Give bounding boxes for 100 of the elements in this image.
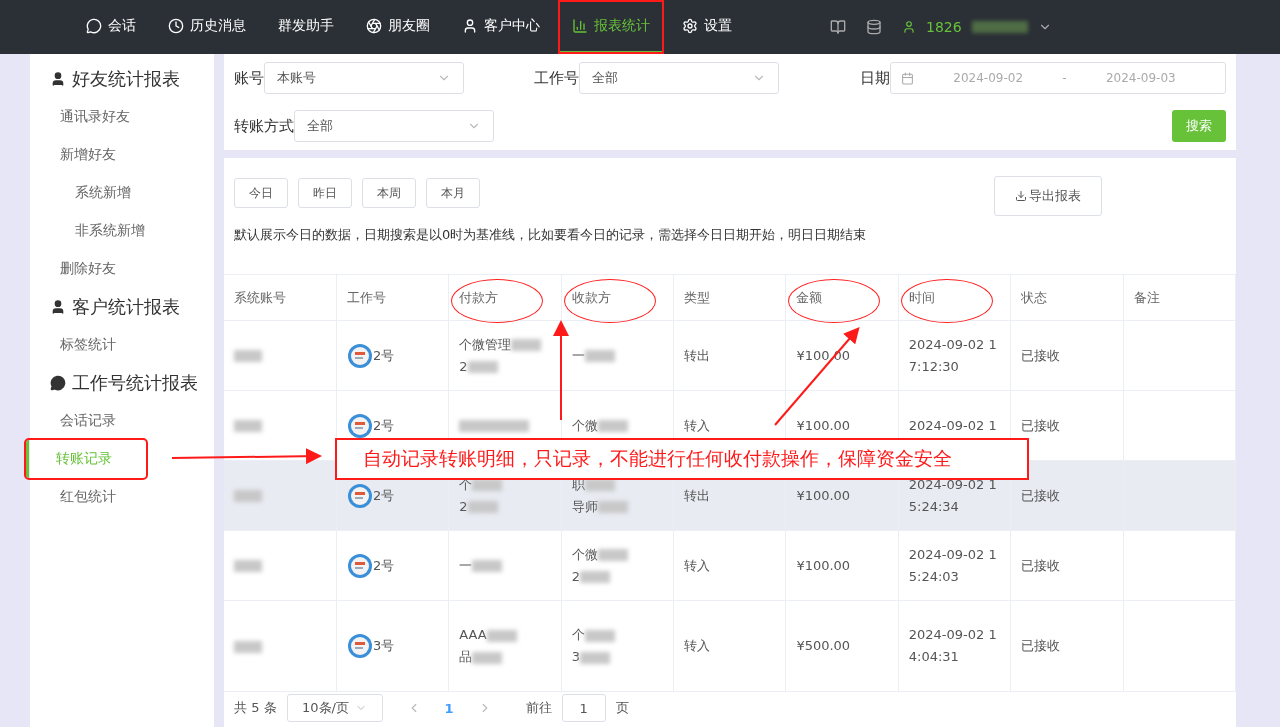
sidebar-section-title: 客户统计报表: [30, 288, 214, 326]
column-header: 金额: [796, 289, 823, 305]
user-phone[interactable]: 1826: [926, 19, 962, 35]
table-cell: 已接收: [1010, 600, 1123, 692]
user-icon: [902, 20, 916, 34]
nav-tab[interactable]: 客户中心: [448, 0, 554, 54]
payer-name: 2: [459, 498, 468, 514]
sidebar-item[interactable]: 删除好友: [30, 250, 214, 288]
redacted-text: [234, 490, 262, 502]
work-number: 2号: [372, 416, 395, 435]
redacted-text: [579, 571, 610, 583]
start-date: 2024-09-02: [952, 71, 1025, 85]
redacted-text: [472, 651, 503, 664]
calendar-icon: [901, 71, 914, 85]
redacted-text: [584, 629, 615, 642]
sidebar-item[interactable]: 标签统计: [30, 326, 214, 364]
clock-icon: [168, 17, 184, 34]
redacted-text: [234, 640, 262, 653]
work-number: 3号: [372, 637, 395, 655]
end-date: 2024-09-03: [1104, 71, 1177, 85]
user-icon: [50, 71, 66, 87]
sidebar-item[interactable]: 非系统新增: [30, 212, 214, 250]
payer-name: 2: [459, 358, 468, 374]
redacted-text: [511, 339, 542, 351]
user-icon: [50, 299, 66, 315]
nav-tab[interactable]: 历史消息: [154, 0, 260, 54]
column-header: 时间: [908, 289, 935, 305]
table-cell: 转入: [673, 530, 786, 601]
table-cell: 转出: [673, 320, 786, 391]
table-cell: ¥500.00: [785, 600, 899, 692]
work-number: 2号: [372, 346, 395, 365]
redacted-text: [597, 420, 628, 432]
user-icon: [462, 17, 478, 34]
redacted-text: [467, 501, 498, 513]
work-number: 2号: [372, 486, 395, 505]
book-icon[interactable]: [830, 19, 846, 35]
column-header: 状态: [1021, 289, 1048, 305]
redacted-text: [597, 501, 628, 513]
export-button[interactable]: 导出报表: [994, 176, 1102, 216]
column-header: 类型: [684, 289, 710, 305]
redacted-text: [234, 560, 262, 572]
transfer-method-select[interactable]: 全部: [294, 110, 494, 142]
column-header: 付款方: [459, 289, 499, 305]
hint-text: 默认展示今日的数据，日期搜索是以0时为基准线，比如要看今日的记录，需选择今日日期开始，明日日期结束: [233, 226, 868, 244]
redacted-text: [234, 420, 262, 432]
page-input[interactable]: 1: [561, 694, 606, 722]
nav-tab[interactable]: 朋友圈: [352, 0, 444, 54]
field-label: 账号: [234, 68, 264, 88]
annotation-callout: 自动记录转账明细，只记录，不能进行任何收付款操作，保障资金安全: [335, 438, 1029, 480]
date-separator: -: [1062, 71, 1067, 85]
goto-label: 前往: [525, 699, 552, 717]
sidebar-item[interactable]: 新增好友: [30, 136, 214, 174]
redacted-text: [579, 651, 610, 664]
payee-name: 个微: [571, 546, 598, 562]
table-cell: ¥100.00: [785, 530, 899, 601]
sidebar-item[interactable]: 红包统计: [30, 478, 214, 516]
avatar-icon: [346, 482, 373, 509]
avatar-icon: [346, 552, 373, 579]
date-shortcut-button[interactable]: 本月: [426, 178, 480, 208]
table-cell: 2024-09-02 15:24:03: [898, 530, 1011, 601]
chat-icon: [50, 375, 66, 391]
payee-name: 个微: [571, 417, 598, 433]
field-label: 工作号: [534, 68, 579, 88]
column-header: 备注: [1133, 289, 1160, 305]
table-cell: 已接收: [1010, 320, 1123, 391]
date-shortcut-button[interactable]: 今日: [234, 178, 288, 208]
nav-tab[interactable]: 设置: [668, 0, 746, 54]
total-count: 共 5 条: [234, 699, 277, 717]
date-shortcut-button[interactable]: 本周: [362, 178, 416, 208]
nav-tab[interactable]: 群发助手: [264, 0, 348, 54]
payer-name: 个微管理: [459, 336, 512, 352]
sidebar-item[interactable]: 会话记录: [30, 402, 214, 440]
page-size-select[interactable]: 10条/页: [286, 694, 383, 722]
account-select[interactable]: 本账号: [264, 62, 464, 94]
sidebar-item[interactable]: 通讯录好友: [30, 98, 214, 136]
table-cell: 转入: [673, 600, 786, 692]
redacted-text: [971, 21, 1028, 33]
nav-tab[interactable]: 会话: [72, 0, 150, 54]
payee-name: 3: [571, 649, 580, 664]
database-icon[interactable]: [866, 19, 882, 35]
table-cell: 2024-09-02 14:04:31: [898, 600, 1011, 692]
redacted-text: [597, 549, 628, 561]
column-header: 工作号: [346, 289, 386, 305]
redacted-text: [234, 350, 262, 362]
date-shortcut-button[interactable]: 昨日: [298, 178, 352, 208]
page-unit: 页: [615, 699, 629, 717]
work-number: 2号: [372, 556, 395, 575]
sidebar-section-title: 好友统计报表: [30, 60, 214, 98]
sidebar-item[interactable]: 系统新增: [30, 174, 214, 212]
column-header: 收款方: [571, 289, 611, 305]
bar-chart-icon: [572, 17, 588, 34]
payee-name: 个: [571, 627, 585, 642]
redacted-text: [584, 350, 615, 362]
redacted-text: [459, 419, 530, 432]
field-label: 日期: [860, 68, 890, 88]
work-number-select[interactable]: 全部: [579, 62, 779, 94]
payer-name: 品: [459, 649, 473, 664]
field-label: 转账方式: [234, 116, 294, 136]
payee-name: 导师: [571, 498, 598, 514]
avatar-icon: [346, 412, 373, 439]
